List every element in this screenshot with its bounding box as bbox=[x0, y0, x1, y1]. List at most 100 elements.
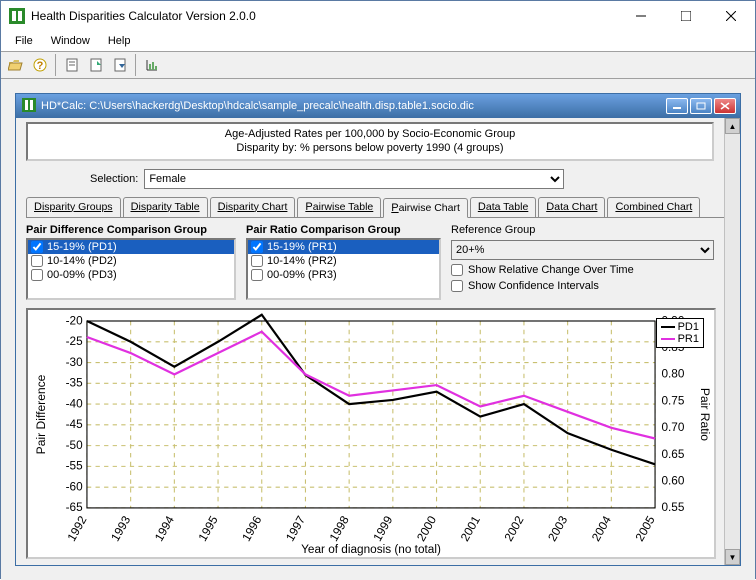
list-item[interactable]: 00-09% (PD3) bbox=[28, 268, 234, 282]
selection-label: Selection: bbox=[90, 173, 138, 185]
svg-text:-20: -20 bbox=[66, 313, 83, 327]
header-line2: Disparity by: % persons below poverty 19… bbox=[28, 141, 712, 155]
header-line1: Age-Adjusted Rates per 100,000 by Socio-… bbox=[28, 127, 712, 141]
menu-help[interactable]: Help bbox=[100, 33, 139, 49]
svg-text:1995: 1995 bbox=[196, 513, 221, 544]
svg-text:2000: 2000 bbox=[414, 513, 439, 544]
pairwise-chart: -20-25-30-35-40-45-50-55-60-650.900.850.… bbox=[26, 308, 716, 559]
svg-text:2001: 2001 bbox=[458, 513, 483, 544]
selection-row: Selection: Female bbox=[90, 169, 730, 189]
mdi-child-window: HD*Calc: C:\Users\hackerdg\Desktop\hdcal… bbox=[15, 93, 741, 566]
open-icon[interactable] bbox=[5, 54, 27, 76]
list-item[interactable]: 00-09% (PR3) bbox=[248, 268, 439, 282]
checkbox[interactable] bbox=[251, 269, 263, 281]
tab-data-chart[interactable]: Data Chart bbox=[538, 197, 605, 217]
list-item[interactable]: 10-14% (PD2) bbox=[28, 254, 234, 268]
svg-text:2004: 2004 bbox=[589, 513, 614, 544]
minimize-button[interactable] bbox=[618, 2, 663, 30]
selection-dropdown[interactable]: Female bbox=[144, 169, 564, 189]
tool-sheet1-icon[interactable] bbox=[61, 54, 83, 76]
mdi-title: HD*Calc: C:\Users\hackerdg\Desktop\hdcal… bbox=[41, 100, 666, 112]
mdi-titlebar: HD*Calc: C:\Users\hackerdg\Desktop\hdcal… bbox=[16, 94, 740, 118]
workspace: HD*Calc: C:\Users\hackerdg\Desktop\hdcal… bbox=[1, 79, 755, 580]
pr-listbox[interactable]: 15-19% (PR1)10-14% (PR2)00-09% (PR3) bbox=[246, 238, 441, 300]
list-item[interactable]: 15-19% (PR1) bbox=[248, 240, 439, 254]
tab-combined-chart[interactable]: Combined Chart bbox=[607, 197, 700, 217]
svg-text:?: ? bbox=[37, 60, 44, 72]
svg-text:1994: 1994 bbox=[152, 513, 177, 544]
svg-text:Pair Difference: Pair Difference bbox=[34, 374, 48, 454]
close-button[interactable] bbox=[708, 2, 753, 30]
svg-text:2005: 2005 bbox=[633, 513, 658, 544]
menu-bar: File Window Help bbox=[1, 31, 755, 51]
svg-text:0.80: 0.80 bbox=[661, 366, 684, 380]
tab-disparity-chart[interactable]: Disparity Chart bbox=[210, 197, 296, 217]
svg-text:-50: -50 bbox=[66, 437, 83, 451]
svg-text:2003: 2003 bbox=[545, 513, 570, 544]
checkbox[interactable] bbox=[31, 241, 43, 253]
svg-text:-25: -25 bbox=[66, 334, 83, 348]
tab-pairwise-chart[interactable]: Pairwise Chart bbox=[383, 198, 468, 218]
svg-text:1996: 1996 bbox=[239, 513, 264, 544]
svg-text:-30: -30 bbox=[66, 354, 83, 368]
mdi-minimize-button[interactable] bbox=[666, 98, 688, 114]
menu-window[interactable]: Window bbox=[43, 33, 98, 49]
list-item[interactable]: 10-14% (PR2) bbox=[248, 254, 439, 268]
mdi-maximize-button[interactable] bbox=[690, 98, 712, 114]
svg-text:0.75: 0.75 bbox=[661, 393, 684, 407]
svg-text:Pair Ratio: Pair Ratio bbox=[698, 388, 712, 441]
svg-text:1992: 1992 bbox=[64, 513, 89, 544]
chart-legend: PD1 PR1 bbox=[656, 318, 704, 348]
reference-dropdown[interactable]: 20+% bbox=[451, 240, 714, 260]
reference-column: Reference Group 20+% Show Relative Chang… bbox=[451, 224, 714, 300]
checkbox[interactable] bbox=[31, 255, 43, 267]
svg-text:0.70: 0.70 bbox=[661, 420, 684, 434]
header-box: Age-Adjusted Rates per 100,000 by Socio-… bbox=[26, 122, 714, 161]
pd-listbox[interactable]: 15-19% (PD1)10-14% (PD2)00-09% (PD3) bbox=[26, 238, 236, 300]
svg-text:1998: 1998 bbox=[327, 513, 352, 544]
svg-text:-60: -60 bbox=[66, 479, 83, 493]
svg-text:1993: 1993 bbox=[108, 513, 133, 544]
mdi-app-icon bbox=[22, 98, 36, 115]
mdi-body: ▲ ▼ Age-Adjusted Rates per 100,000 by So… bbox=[16, 118, 740, 565]
tool-sheet2-icon[interactable] bbox=[85, 54, 107, 76]
vertical-scrollbar[interactable]: ▲ ▼ bbox=[724, 118, 740, 565]
svg-text:Year of diagnosis (no total): Year of diagnosis (no total) bbox=[301, 541, 441, 555]
ref-title: Reference Group bbox=[451, 224, 714, 236]
tab-disparity-groups[interactable]: Disparity Groups bbox=[26, 197, 121, 217]
list-item[interactable]: 15-19% (PD1) bbox=[28, 240, 234, 254]
checkbox[interactable] bbox=[251, 241, 263, 253]
pr-group: Pair Ratio Comparison Group 15-19% (PR1)… bbox=[246, 224, 441, 300]
svg-text:1997: 1997 bbox=[283, 513, 308, 544]
svg-text:-65: -65 bbox=[66, 500, 83, 514]
tab-pairwise-table[interactable]: Pairwise Table bbox=[297, 197, 381, 217]
maximize-button[interactable] bbox=[663, 2, 708, 30]
checkbox[interactable] bbox=[31, 269, 43, 281]
tab-data-table[interactable]: Data Table bbox=[470, 197, 536, 217]
svg-text:0.55: 0.55 bbox=[661, 500, 684, 514]
tab-strip: Disparity GroupsDisparity TableDisparity… bbox=[26, 197, 730, 218]
outer-titlebar: Health Disparities Calculator Version 2.… bbox=[1, 1, 755, 31]
svg-text:0.60: 0.60 bbox=[661, 473, 684, 487]
svg-text:1999: 1999 bbox=[370, 513, 395, 544]
app-icon bbox=[9, 8, 25, 24]
svg-text:-40: -40 bbox=[66, 396, 83, 410]
tool-chart-icon[interactable] bbox=[141, 54, 163, 76]
tool-export-icon[interactable] bbox=[109, 54, 131, 76]
svg-text:-55: -55 bbox=[66, 458, 83, 472]
tab-disparity-table[interactable]: Disparity Table bbox=[123, 197, 208, 217]
scroll-down-icon[interactable]: ▼ bbox=[725, 549, 740, 565]
toolbar: ? bbox=[1, 51, 755, 79]
mdi-close-button[interactable] bbox=[714, 98, 736, 114]
chk-confidence-intervals[interactable]: Show Confidence Intervals bbox=[451, 280, 714, 292]
svg-text:-45: -45 bbox=[66, 417, 83, 431]
menu-file[interactable]: File bbox=[7, 33, 41, 49]
pr-group-title: Pair Ratio Comparison Group bbox=[246, 224, 441, 236]
svg-text:-35: -35 bbox=[66, 375, 83, 389]
help-icon[interactable]: ? bbox=[29, 54, 51, 76]
chk-relative-change[interactable]: Show Relative Change Over Time bbox=[451, 264, 714, 276]
scroll-up-icon[interactable]: ▲ bbox=[725, 118, 740, 134]
pd-group-title: Pair Difference Comparison Group bbox=[26, 224, 236, 236]
checkbox[interactable] bbox=[251, 255, 263, 267]
window-title: Health Disparities Calculator Version 2.… bbox=[31, 9, 618, 23]
